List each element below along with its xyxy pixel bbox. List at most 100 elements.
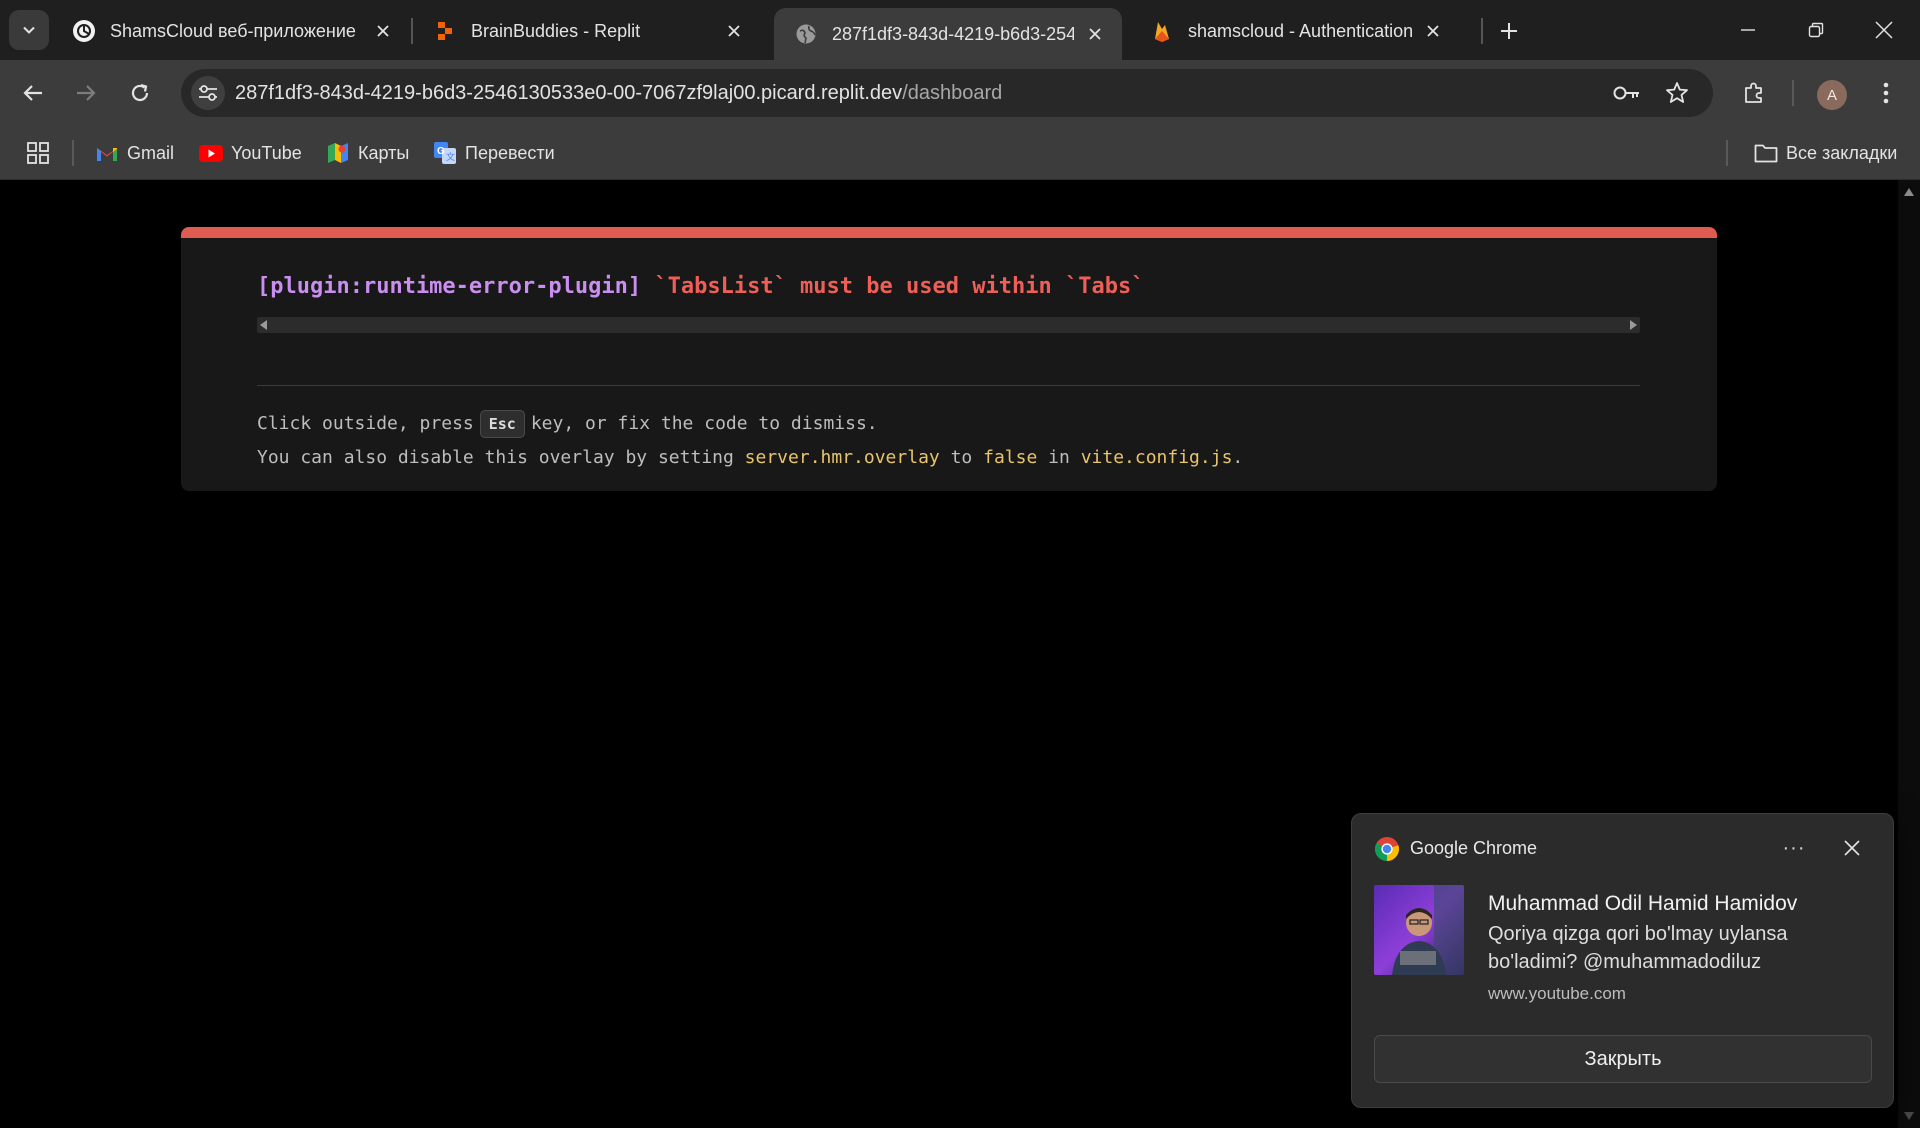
bookmark-label: YouTube (231, 142, 302, 163)
notification-title: Muhammad Odil Hamid Hamidov (1488, 892, 1798, 915)
tip-text: . (1232, 447, 1244, 468)
key-icon (1613, 86, 1639, 100)
tab-title: 287f1df3-843d-4219-b6d3-254 (832, 23, 1074, 44)
maps-icon (326, 141, 350, 165)
close-icon[interactable] (372, 20, 394, 42)
puzzle-icon (1745, 82, 1762, 103)
new-tab-button[interactable] (1492, 14, 1526, 48)
notification-source: www.youtube.com (1488, 984, 1626, 1003)
scroll-right-arrow[interactable] (1630, 320, 1637, 330)
url-host: 287f1df3-843d-4219-b6d3-2546130533e0-00-… (235, 82, 903, 104)
config-file: vite.config.js (1080, 447, 1233, 468)
bookmarks-bar: Gmail YouTube Карты G文 Перевести Все зак… (0, 126, 1920, 180)
all-bookmarks-button[interactable]: Все закладки (1754, 138, 1897, 168)
site-info-button[interactable] (191, 76, 225, 110)
error-text: `TabsList` must be used within `Tabs` (654, 274, 1145, 299)
more-vertical-icon (1883, 82, 1889, 104)
address-bar[interactable]: 287f1df3-843d-4219-b6d3-2546130533e0-00-… (181, 69, 1713, 117)
url-text: 287f1df3-843d-4219-b6d3-2546130533e0-00-… (235, 82, 1002, 105)
minimize-button[interactable] (1728, 10, 1768, 50)
firebase-icon (1150, 19, 1174, 43)
disable-overlay-tip: You can also disable this overlay by set… (257, 447, 1243, 468)
arrow-right-icon (77, 85, 96, 101)
notification-body: Qoriya qizga qori bo'lmay uylansa bo'lad… (1488, 923, 1788, 973)
youtube-icon (199, 141, 223, 165)
svg-text:文: 文 (446, 151, 455, 162)
close-icon (1875, 21, 1893, 39)
tune-icon (199, 85, 217, 101)
chrome-menu-button[interactable] (1865, 72, 1907, 114)
tab-brainbuddies[interactable]: BrainBuddies - Replit (413, 8, 761, 54)
replit-icon (433, 19, 457, 43)
dismiss-tip: Click outside, press Esc key, or fix the c… (257, 410, 878, 438)
gmail-icon (95, 141, 119, 165)
window-close-button[interactable] (1864, 10, 1904, 50)
notification-app-name: Google Chrome (1410, 838, 1538, 858)
page-scrollbar[interactable] (1898, 180, 1920, 1128)
apps-button[interactable] (26, 138, 50, 168)
bookmark-translate[interactable]: G文 Перевести (433, 138, 555, 168)
browser-toolbar: 287f1df3-843d-4219-b6d3-2546130533e0-00-… (0, 60, 1920, 126)
bookmarks-divider (72, 140, 74, 166)
profile-avatar[interactable]: A (1817, 80, 1847, 110)
globe-icon (794, 22, 818, 46)
chrome-notification[interactable]: Google Chrome ··· Muhammad Odil Hamid Ha… (1351, 813, 1894, 1108)
tip-text: to (950, 447, 973, 468)
tab-firebase-auth[interactable]: shamscloud - Authentication - S (1130, 8, 1460, 54)
tab-title: shamscloud - Authentication - S (1188, 20, 1412, 41)
config-key: server.hmr.overlay (744, 447, 940, 468)
error-horizontal-scrollbar[interactable] (257, 317, 1640, 333)
chatgpt-icon (72, 19, 96, 43)
bookmark-gmail[interactable]: Gmail (95, 138, 174, 168)
back-button[interactable] (12, 72, 54, 114)
restore-button[interactable] (1796, 10, 1836, 50)
tab-shamscloud[interactable]: ShamsCloud веб-приложение (52, 8, 410, 54)
bookmark-label: Перевести (465, 142, 555, 163)
bookmark-star-button[interactable] (1662, 78, 1692, 108)
chrome-icon (1374, 836, 1400, 862)
apps-grid-icon (27, 142, 49, 164)
bookmarks-divider (1726, 140, 1728, 166)
notification-close-button[interactable] (1836, 832, 1868, 864)
error-divider (257, 385, 1640, 386)
notification-dismiss-button[interactable]: Закрыть (1374, 1035, 1872, 1083)
tip-text: Click outside, press (257, 413, 474, 434)
forward-button[interactable] (65, 72, 107, 114)
plus-icon (1501, 23, 1517, 39)
extensions-button[interactable] (1733, 72, 1775, 114)
close-icon[interactable] (1422, 20, 1444, 42)
error-plugin-name: [plugin:runtime-error-plugin] (257, 274, 642, 299)
error-message: [plugin:runtime-error-plugin] `TabsList`… (257, 274, 1144, 299)
bookmark-maps[interactable]: Карты (326, 138, 409, 168)
url-path: /dashboard (902, 82, 1003, 104)
scroll-left-arrow[interactable] (260, 320, 267, 330)
tab-title: BrainBuddies - Replit (471, 20, 641, 41)
password-key-button[interactable] (1612, 78, 1642, 108)
tip-text: key, or fix the code to dismiss. (530, 413, 878, 434)
minimize-icon (1741, 29, 1755, 31)
vite-error-overlay[interactable]: [plugin:runtime-error-plugin] `TabsList`… (181, 227, 1717, 491)
arrow-left-icon (23, 85, 42, 101)
notification-thumbnail (1374, 885, 1464, 975)
folder-icon (1754, 141, 1778, 165)
restore-icon (1808, 22, 1824, 38)
config-value: false (983, 447, 1038, 468)
reload-button[interactable] (119, 72, 161, 114)
scroll-down-arrow[interactable] (1904, 1112, 1914, 1120)
star-icon (1666, 82, 1688, 103)
close-icon[interactable] (723, 20, 745, 42)
bookmark-youtube[interactable]: YouTube (199, 138, 302, 168)
translate-icon: G文 (433, 141, 457, 165)
close-icon (1844, 840, 1860, 856)
chevron-down-icon (23, 26, 35, 34)
tab-dashboard-active[interactable]: 287f1df3-843d-4219-b6d3-254 (774, 8, 1122, 60)
tab-divider (1481, 18, 1483, 44)
all-bookmarks-label: Все закладки (1786, 142, 1898, 163)
scroll-up-arrow[interactable] (1904, 188, 1914, 196)
toolbar-divider (1792, 80, 1794, 106)
close-icon[interactable] (1084, 23, 1106, 45)
tab-strip: ShamsCloud веб-приложение BrainBuddies -… (0, 0, 1920, 60)
esc-key: Esc (479, 410, 525, 438)
tab-search-button[interactable] (9, 10, 49, 50)
notification-more-button[interactable]: ··· (1776, 832, 1812, 864)
